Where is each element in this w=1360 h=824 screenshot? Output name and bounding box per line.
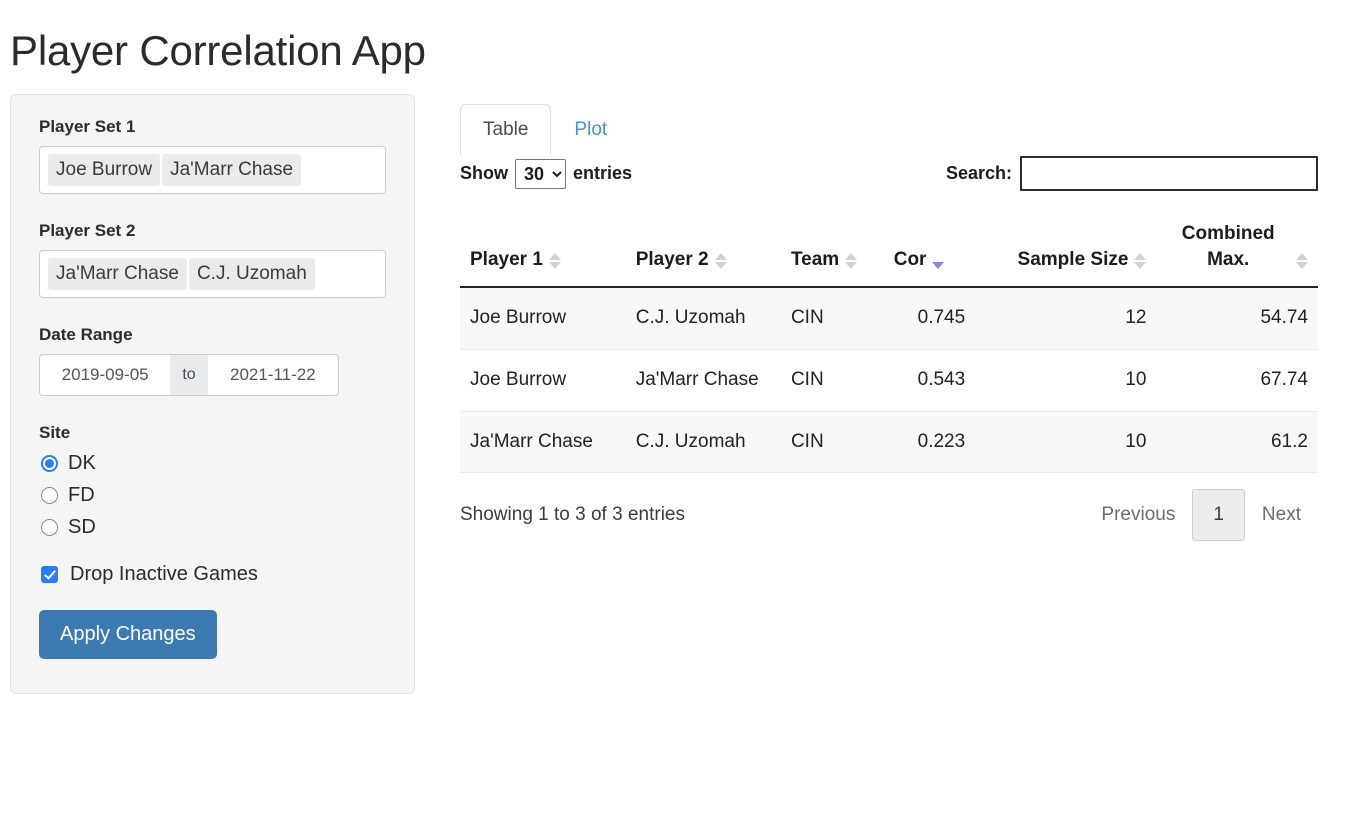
sort-both-icon[interactable] [845,253,858,272]
table-header-row: Player 1 Player 2 Team Cor Sample Size C… [460,209,1318,289]
drop-inactive-games-checkbox-row[interactable]: Drop Inactive Games [41,563,386,586]
column-header-label: Sample Size [1017,248,1129,270]
search-group: Search: [945,156,1318,192]
column-header-player-1[interactable]: Player 1 [460,209,626,289]
sort-both-icon[interactable] [548,253,561,272]
site-label: Site [39,423,71,443]
player-set-1-input[interactable]: Joe Burrow Ja'Marr Chase [39,146,386,195]
search-label: Search: [945,163,1012,184]
site-radio-fd[interactable]: FD [41,484,386,507]
player-tag[interactable]: Ja'Marr Chase [48,258,187,290]
site-radio-sd[interactable]: SD [41,516,386,539]
page-title: Player Correlation App [10,27,426,74]
search-input[interactable] [1020,156,1318,192]
column-header-label: Player 1 [470,248,543,270]
checkbox-checked-icon[interactable] [41,566,58,584]
cell-player-1: Ja'Marr Chase [460,411,626,474]
apply-changes-button[interactable]: Apply Changes [39,610,217,660]
cell-player-2: C.J. Uzomah [625,287,781,351]
column-header-combined-max[interactable]: Combined Max. [1156,209,1318,289]
table-head: Player 1 Player 2 Team Cor Sample Size C… [460,209,1318,289]
column-header-player-2[interactable]: Player 2 [625,209,781,289]
site-radio-dk[interactable]: DK [41,452,386,475]
site-radio-fd-label: FD [68,484,95,507]
date-range-separator: to [170,354,208,397]
site-radio-sd-label: SD [68,516,96,539]
date-range-label: Date Range [39,325,133,345]
column-header-label: Player 2 [635,248,709,270]
cell-cor: 0.745 [883,287,1000,351]
cell-player-1: Joe Burrow [460,349,626,412]
site-radio-dk-label: DK [68,452,96,475]
entries-label: entries [573,163,633,184]
column-header-label: Cor [893,248,927,270]
settings-sidebar: Player Set 1 Joe Burrow Ja'Marr Chase Pl… [10,94,415,695]
radio-icon[interactable] [41,519,58,537]
cell-team: CIN [780,349,884,412]
results-panel: Table Plot Show 30 entries Search: Playe… [460,94,1318,542]
column-header-label: Combined Max. [1181,223,1275,270]
table-footer: Showing 1 to 3 of 3 entries Previous 1 N… [460,489,1318,542]
sort-both-icon[interactable] [714,253,727,272]
tab-plot[interactable]: Plot [551,104,630,156]
tab-bar: Table Plot [460,94,1318,156]
column-header-sample-size[interactable]: Sample Size [999,209,1157,289]
cell-cor: 0.543 [883,349,1000,412]
date-start-input[interactable]: 2019-09-05 [39,354,171,397]
sort-both-icon[interactable] [1134,253,1147,272]
radio-icon[interactable] [41,455,58,473]
player-tag[interactable]: Joe Burrow [48,154,161,186]
pagination-next-button[interactable]: Next [1245,493,1318,537]
cell-cor: 0.223 [883,411,1000,474]
cell-combined-max: 61.2 [1156,411,1318,474]
sort-descending-icon[interactable] [932,262,945,272]
cell-player-2: C.J. Uzomah [625,411,781,474]
radio-icon[interactable] [41,487,58,505]
pagination-previous-button[interactable]: Previous [1084,493,1192,537]
page-length-select[interactable]: 30 [515,158,566,189]
column-header-team[interactable]: Team [780,209,884,289]
table-row[interactable]: Ja'Marr Chase C.J. Uzomah CIN 0.223 10 6… [460,411,1318,474]
column-header-cor[interactable]: Cor [883,209,1000,289]
sort-both-icon[interactable] [1296,253,1308,272]
player-set-2-label: Player Set 2 [39,221,136,241]
show-entries-group: Show 30 entries [460,158,633,189]
cell-combined-max: 67.74 [1156,349,1318,412]
date-range-group: 2019-09-05 to 2021-11-22 [39,354,339,397]
cell-sample-size: 10 [999,349,1157,412]
player-set-1-label: Player Set 1 [39,117,136,137]
pagination-page-1-button[interactable]: 1 [1192,489,1245,542]
table-info: Showing 1 to 3 of 3 entries [460,504,685,526]
show-label: Show [460,163,508,184]
correlation-table: Player 1 Player 2 Team Cor Sample Size C… [460,209,1318,474]
pagination: Previous 1 Next [1084,489,1318,542]
cell-sample-size: 12 [999,287,1157,351]
table-body: Joe Burrow C.J. Uzomah CIN 0.745 12 54.7… [460,287,1318,474]
table-controls: Show 30 entries Search: [460,156,1318,192]
tab-table[interactable]: Table [460,103,552,156]
cell-player-1: Joe Burrow [460,287,626,351]
cell-sample-size: 10 [999,411,1157,474]
main-layout: Player Set 1 Joe Burrow Ja'Marr Chase Pl… [0,94,1360,695]
drop-inactive-games-label: Drop Inactive Games [70,563,258,586]
table-row[interactable]: Joe Burrow Ja'Marr Chase CIN 0.543 10 67… [460,349,1318,412]
cell-team: CIN [780,411,884,474]
table-row[interactable]: Joe Burrow C.J. Uzomah CIN 0.745 12 54.7… [460,287,1318,351]
cell-player-2: Ja'Marr Chase [625,349,781,412]
player-tag[interactable]: Ja'Marr Chase [162,154,302,186]
date-end-input[interactable]: 2021-11-22 [207,354,339,397]
player-tag[interactable]: C.J. Uzomah [188,258,315,290]
player-set-2-input[interactable]: Ja'Marr Chase C.J. Uzomah [39,250,386,299]
column-header-label: Team [790,248,840,270]
cell-combined-max: 54.74 [1156,287,1318,351]
cell-team: CIN [780,287,884,351]
